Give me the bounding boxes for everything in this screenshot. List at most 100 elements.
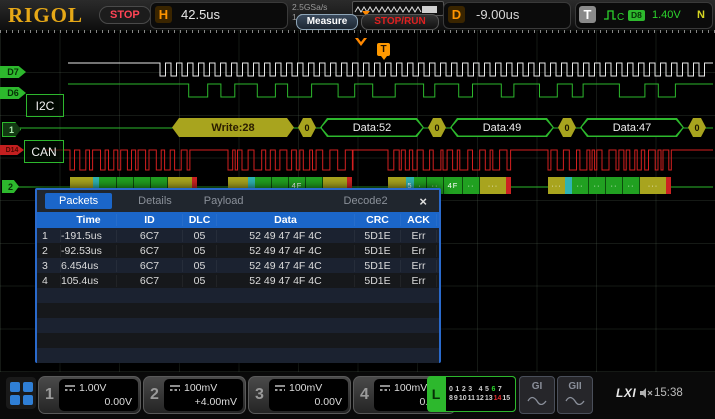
trigger-group[interactable]: T C D8 1.40V N [575, 2, 713, 29]
table-row[interactable] [37, 288, 439, 303]
i2c-decode-addr: Write:28 [172, 118, 294, 137]
can-seg-data: ·· [623, 177, 640, 194]
logic-digit-11: 11 [468, 394, 475, 403]
table-row[interactable]: 36.454us6C70552 49 47 4F 4C5D1EErr [37, 258, 439, 273]
table-cell: Err [401, 260, 437, 272]
table-cell: 2 [37, 245, 61, 257]
channel-number: 2 [150, 386, 159, 404]
table-cell: 52 49 47 4F 4C [217, 245, 355, 257]
logic-digit-15: 15 [502, 394, 510, 403]
dc-coupling-icon [274, 384, 286, 392]
svg-text:C: C [617, 12, 624, 22]
i2c-bus-label[interactable]: I2C [26, 94, 64, 117]
can-seg-err [506, 177, 511, 194]
i2c-decode-data: Data:49 [450, 118, 554, 137]
speaker-muted-icon[interactable] [639, 387, 653, 399]
can-seg-data: ·· [463, 177, 480, 194]
delay-icon: D [448, 6, 465, 23]
i2c-decode-ack: 0 [428, 118, 446, 137]
column-header: CRC [355, 214, 401, 226]
rigol-logo: RIGOL [8, 3, 83, 28]
i2c-decode-ack: 0 [688, 118, 706, 137]
delay-value: -9.00us [476, 7, 519, 22]
tab-payload[interactable]: Payload [198, 193, 250, 209]
logic-digit-6: 6 [491, 385, 495, 394]
can-seg-data: 4F [444, 177, 463, 194]
i2c-decode-ack: 0 [558, 118, 576, 137]
dc-coupling-icon [169, 384, 181, 392]
table-cell: 5D1E [355, 260, 401, 272]
trigger-mode: N [697, 9, 705, 21]
logic-digit-2: 2 [462, 385, 466, 394]
menu-grid-icon[interactable] [6, 377, 36, 409]
trigger-t-flag[interactable]: T [377, 43, 390, 56]
table-cell: 05 [183, 230, 217, 242]
bottom-bar: 11.00V0.00V2100mV+4.00mV3100mV0.00V4100m… [0, 372, 715, 419]
table-cell: -191.5us [61, 230, 117, 242]
can-trace [45, 150, 713, 170]
can-seg-data: ·· [606, 177, 623, 194]
logic-channels-indicator[interactable]: L 01234567 89101112131415 [427, 376, 516, 412]
logic-digit-14: 14 [494, 394, 502, 403]
stop-run-button[interactable]: STOP/RUN [361, 14, 439, 30]
table-row[interactable]: 2-92.53us6C70552 49 47 4F 4C5D1EErr [37, 243, 439, 258]
table-cell: 6C7 [117, 230, 183, 242]
top-bar: RIGOL STOP H 42.5us 2.5GSa/s 1.25Mpts Me… [0, 0, 715, 31]
table-cell: 6C7 [117, 260, 183, 272]
sine-wave-icon [565, 396, 585, 405]
table-cell: 52 49 47 4F 4C [217, 260, 355, 272]
channel-number: 4 [360, 386, 369, 404]
trigger-type-icon: C [603, 8, 625, 22]
logic-digit-9: 9 [454, 394, 458, 403]
table-header-row: TimeIDDLCDataCRCACK [37, 212, 439, 228]
table-row[interactable] [37, 318, 439, 333]
channel-2-box[interactable]: 2100mV+4.00mV [143, 376, 246, 414]
can-bus-label[interactable]: CAN [24, 140, 64, 163]
channel-readout: 100mV0.00V [269, 379, 348, 411]
table-cell: 105.4us [61, 275, 117, 287]
logic-digit-7: 7 [498, 385, 502, 394]
i2c-decode-data: Data:47 [580, 118, 684, 137]
decode-packets-panel: Packets Details Payload Decode2 × TimeIDDLCD… [35, 188, 441, 363]
channel-scale: 1.00V [79, 382, 106, 394]
table-cell: 6C7 [117, 245, 183, 257]
gen2-button[interactable]: GII [557, 376, 593, 414]
table-row[interactable] [37, 333, 439, 348]
gen2-label: GII [558, 381, 592, 392]
channel-number: 1 [45, 386, 54, 404]
gen1-button[interactable]: GI [519, 376, 555, 414]
tab-packets[interactable]: Packets [45, 193, 112, 209]
delay-group[interactable]: D -9.00us [443, 2, 571, 29]
tab-details[interactable]: Details [132, 193, 178, 209]
table-row[interactable] [37, 348, 439, 363]
column-header: ID [117, 214, 183, 226]
table-cell: 5D1E [355, 230, 401, 242]
trigger-source-badge: D8 [628, 10, 645, 21]
table-cell: 52 49 47 4F 4C [217, 230, 355, 242]
tab-decode2[interactable]: Decode2 [338, 193, 394, 209]
table-row[interactable] [37, 303, 439, 318]
table-row[interactable]: 4105.4us6C70552 49 47 4F 4C5D1EErr [37, 273, 439, 288]
column-header: ACK [401, 214, 437, 226]
logic-digit-3: 3 [468, 385, 472, 394]
close-icon[interactable]: × [415, 194, 431, 209]
table-cell: 6C7 [117, 275, 183, 287]
table-row[interactable]: 1-191.5us6C70552 49 47 4F 4C5D1EErr [37, 228, 439, 243]
trigger-level-value: 1.40V [652, 9, 681, 21]
channel-3-box[interactable]: 3 100mV0.00V [248, 376, 351, 414]
can-seg-crc: ··· [480, 177, 506, 194]
horizontal-timebase-group[interactable]: H 42.5us [150, 2, 288, 29]
lxi-status: LXI [616, 386, 636, 400]
channel-scale: 100mV [394, 382, 427, 394]
table-cell: 3 [37, 260, 61, 272]
horizontal-icon: H [155, 6, 172, 23]
channel-number: 3 [255, 386, 264, 404]
d7-trace [68, 63, 713, 76]
table-cell: Err [401, 230, 437, 242]
measure-button[interactable]: Measure [296, 14, 358, 30]
table-cell: 05 [183, 275, 217, 287]
table-cell: 5D1E [355, 245, 401, 257]
i2c-decode-ack: 0 [298, 118, 316, 137]
can-seg-err [666, 177, 671, 194]
channel-1-box[interactable]: 11.00V0.00V [38, 376, 141, 414]
